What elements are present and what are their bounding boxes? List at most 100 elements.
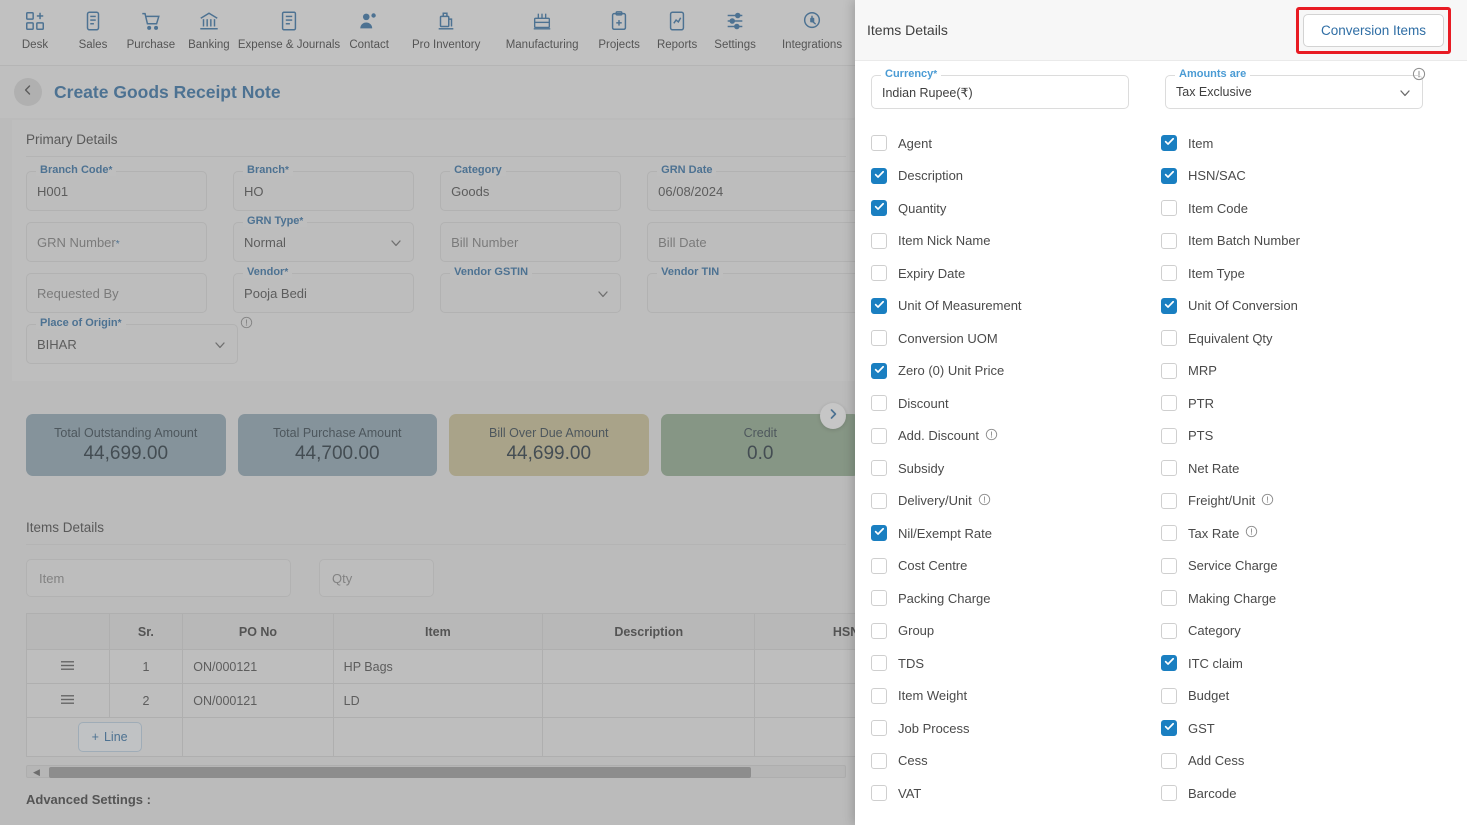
currency-field[interactable]: Currency* Indian Rupee(₹) bbox=[871, 68, 1129, 109]
nav-item-integrations[interactable]: Integrations bbox=[764, 0, 860, 51]
option-row-hsn-sac[interactable]: HSN/SAC bbox=[1161, 160, 1451, 193]
checkbox[interactable] bbox=[1161, 200, 1177, 217]
option-row-service-charge[interactable]: Service Charge bbox=[1161, 550, 1451, 583]
nav-item-settings[interactable]: Settings bbox=[706, 0, 764, 51]
nav-item-banking[interactable]: Banking bbox=[180, 0, 238, 51]
option-row-item-batch-number[interactable]: Item Batch Number bbox=[1161, 225, 1451, 258]
checkbox[interactable] bbox=[871, 460, 887, 477]
checkbox[interactable] bbox=[871, 687, 887, 704]
checkbox[interactable] bbox=[871, 395, 887, 412]
drag-handle-icon[interactable] bbox=[26, 649, 110, 684]
checkbox[interactable] bbox=[871, 135, 887, 152]
checkbox[interactable] bbox=[1161, 557, 1177, 574]
field-branch-code[interactable]: Branch Code* H001 bbox=[26, 164, 208, 211]
option-row-item-nick-name[interactable]: Item Nick Name bbox=[871, 225, 1161, 258]
checkbox[interactable] bbox=[1161, 492, 1177, 509]
option-row-item[interactable]: Item bbox=[1161, 127, 1451, 160]
nav-item-projects[interactable]: Projects bbox=[590, 0, 648, 51]
checkbox[interactable] bbox=[1161, 720, 1177, 737]
row-hsn-sac[interactable]: 01011020 bbox=[754, 683, 860, 718]
checkbox[interactable] bbox=[871, 167, 887, 184]
option-row-quantity[interactable]: Quantity bbox=[871, 192, 1161, 225]
option-row-equivalent-qty[interactable]: Equivalent Qty bbox=[1161, 322, 1451, 355]
row-hsn-sac[interactable]: 01011090 bbox=[754, 649, 860, 684]
checkbox[interactable] bbox=[1161, 590, 1177, 607]
option-row-unit-of-measurement[interactable]: Unit Of Measurement bbox=[871, 290, 1161, 323]
option-row-zero-0-unit-price[interactable]: Zero (0) Unit Price bbox=[871, 355, 1161, 388]
field-vendor-tin[interactable]: Vendor TIN bbox=[647, 266, 860, 313]
checkbox[interactable] bbox=[1161, 362, 1177, 379]
checkbox[interactable] bbox=[1161, 395, 1177, 412]
option-row-tax-rate[interactable]: Tax Rate bbox=[1161, 517, 1451, 550]
field-bill-number[interactable]: Bill Number bbox=[440, 222, 622, 262]
checkbox[interactable] bbox=[1161, 655, 1177, 672]
option-row-mrp[interactable]: MRP bbox=[1161, 355, 1451, 388]
checkbox[interactable] bbox=[871, 232, 887, 249]
checkbox[interactable] bbox=[1161, 687, 1177, 704]
amounts-are-select[interactable]: Amounts are Tax Exclusive bbox=[1165, 67, 1426, 109]
drag-handle-icon[interactable] bbox=[26, 683, 110, 718]
back-button[interactable] bbox=[14, 78, 42, 106]
table-row[interactable]: 1ON/000121HP Bags 01011090 bbox=[26, 649, 860, 684]
option-row-item-weight[interactable]: Item Weight bbox=[871, 680, 1161, 713]
cards-next-button[interactable] bbox=[820, 403, 846, 429]
horizontal-scrollbar[interactable]: ◀ bbox=[26, 765, 846, 778]
option-row-add-cess[interactable]: Add Cess bbox=[1161, 745, 1451, 778]
checkbox[interactable] bbox=[1161, 135, 1177, 152]
checkbox[interactable] bbox=[871, 330, 887, 347]
option-row-add-discount[interactable]: Add. Discount bbox=[871, 420, 1161, 453]
option-row-description[interactable]: Description bbox=[871, 160, 1161, 193]
option-row-barcode[interactable]: Barcode bbox=[1161, 777, 1451, 810]
advanced-settings-heading[interactable]: Advanced Settings : bbox=[12, 778, 860, 807]
checkbox[interactable] bbox=[1161, 265, 1177, 282]
checkbox[interactable] bbox=[871, 525, 887, 542]
option-row-vat[interactable]: VAT bbox=[871, 777, 1161, 810]
nav-item-reports[interactable]: Reports bbox=[648, 0, 706, 51]
checkbox[interactable] bbox=[871, 200, 887, 217]
option-row-discount[interactable]: Discount bbox=[871, 387, 1161, 420]
checkbox[interactable] bbox=[1161, 460, 1177, 477]
checkbox[interactable] bbox=[871, 720, 887, 737]
checkbox[interactable] bbox=[871, 297, 887, 314]
checkbox[interactable] bbox=[871, 655, 887, 672]
field-grn-date[interactable]: GRN Date 06/08/2024 bbox=[647, 164, 860, 211]
option-row-ptr[interactable]: PTR bbox=[1161, 387, 1451, 420]
option-row-budget[interactable]: Budget bbox=[1161, 680, 1451, 713]
checkbox[interactable] bbox=[871, 427, 887, 444]
nav-item-contact[interactable]: Contact bbox=[340, 0, 398, 51]
info-icon[interactable] bbox=[978, 493, 991, 509]
checkbox[interactable] bbox=[1161, 330, 1177, 347]
nav-item-purchase[interactable]: Purchase bbox=[122, 0, 180, 51]
nav-item-manufacturing[interactable]: Manufacturing bbox=[494, 0, 590, 51]
field-grn-type[interactable]: GRN Type* Normal bbox=[233, 215, 415, 262]
field-category[interactable]: Category Goods bbox=[440, 164, 622, 211]
field-requested-by[interactable]: Requested By bbox=[26, 273, 208, 313]
checkbox[interactable] bbox=[871, 492, 887, 509]
option-row-packing-charge[interactable]: Packing Charge bbox=[871, 582, 1161, 615]
item-filter-input[interactable]: Item bbox=[26, 559, 291, 597]
checkbox[interactable] bbox=[871, 590, 887, 607]
field-branch[interactable]: Branch* HO bbox=[233, 164, 415, 211]
option-row-making-charge[interactable]: Making Charge bbox=[1161, 582, 1451, 615]
option-row-delivery-unit[interactable]: Delivery/Unit bbox=[871, 485, 1161, 518]
option-row-agent[interactable]: Agent bbox=[871, 127, 1161, 160]
option-row-itc-claim[interactable]: ITC claim bbox=[1161, 647, 1451, 680]
checkbox[interactable] bbox=[871, 622, 887, 639]
option-row-gst[interactable]: GST bbox=[1161, 712, 1451, 745]
option-row-subsidy[interactable]: Subsidy bbox=[871, 452, 1161, 485]
option-row-group[interactable]: Group bbox=[871, 615, 1161, 648]
option-row-cess[interactable]: Cess bbox=[871, 745, 1161, 778]
option-row-category[interactable]: Category bbox=[1161, 615, 1451, 648]
checkbox[interactable] bbox=[1161, 752, 1177, 769]
add-line-button[interactable]: + Line bbox=[77, 722, 142, 752]
conversion-items-button[interactable]: Conversion Items bbox=[1302, 13, 1444, 47]
checkbox[interactable] bbox=[871, 362, 887, 379]
info-icon[interactable] bbox=[240, 316, 253, 334]
info-icon[interactable] bbox=[1261, 493, 1274, 509]
table-row[interactable]: 2ON/000121LD 01011020 bbox=[26, 683, 860, 718]
field-vendor-gstin[interactable]: Vendor GSTIN bbox=[440, 266, 622, 313]
option-row-expiry-date[interactable]: Expiry Date bbox=[871, 257, 1161, 290]
option-row-nil-exempt-rate[interactable]: Nil/Exempt Rate bbox=[871, 517, 1161, 550]
nav-item-desk[interactable]: Desk bbox=[6, 0, 64, 51]
qty-filter-input[interactable]: Qty bbox=[319, 559, 434, 597]
